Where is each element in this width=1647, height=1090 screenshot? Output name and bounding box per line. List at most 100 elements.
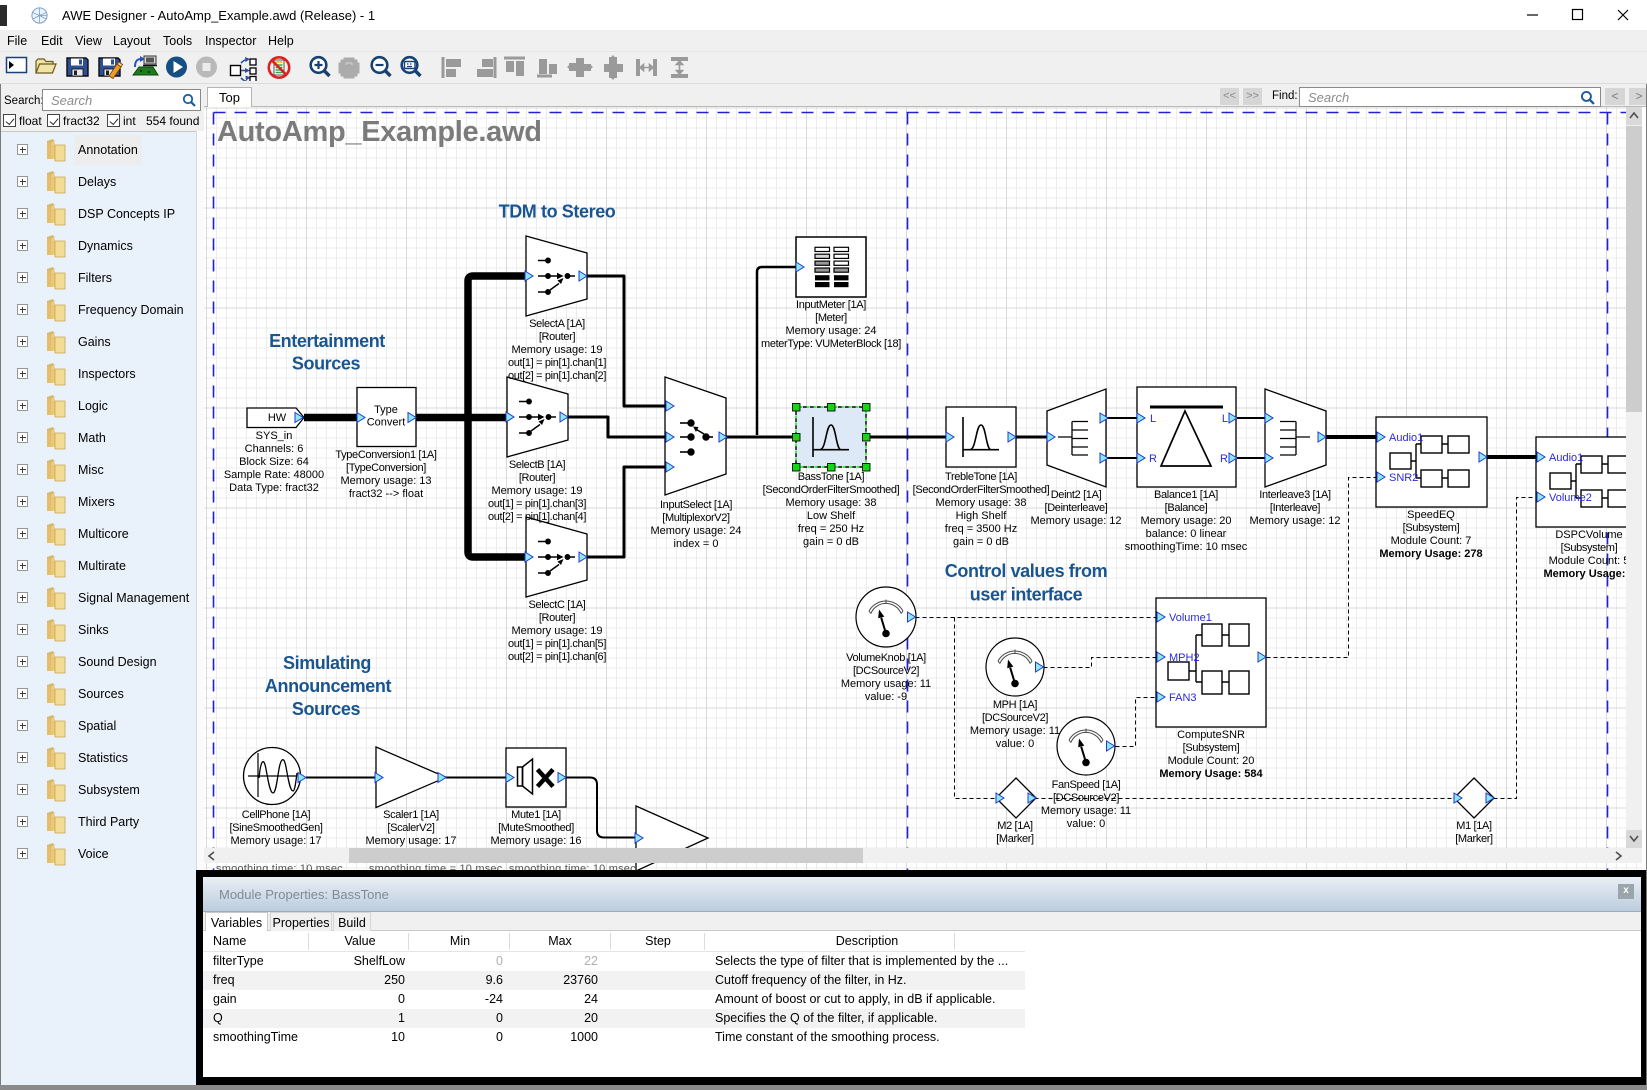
svg-text:SelectB [1A]: SelectB [1A]: [509, 459, 566, 471]
svg-text:Low Shelf: Low Shelf: [807, 510, 856, 522]
svg-text:L: L: [1150, 413, 1156, 425]
svg-text:TypeConversion1 [1A]: TypeConversion1 [1A]: [335, 449, 437, 461]
svg-text:out[2] = pin[1].chan[2]: out[2] = pin[1].chan[2]: [508, 370, 606, 382]
svg-text:Entertainment: Entertainment: [269, 331, 385, 351]
svg-text:Memory Usage: 278: Memory Usage: 278: [1379, 548, 1482, 560]
svg-text:[Marker]: [Marker]: [996, 833, 1034, 845]
svg-text:[DCSourceV2]: [DCSourceV2]: [1053, 792, 1119, 804]
svg-text:[Interleave]: [Interleave]: [1270, 502, 1321, 514]
svg-text:SpeedEQ: SpeedEQ: [1407, 509, 1455, 521]
svg-text:Type: Type: [374, 404, 398, 416]
svg-text:out[1] = pin[1].chan[5]: out[1] = pin[1].chan[5]: [508, 638, 606, 650]
svg-text:Memory usage: 24: Memory usage: 24: [785, 325, 876, 337]
svg-text:[DCSourceV2]: [DCSourceV2]: [853, 665, 919, 677]
svg-text:Balance1 [1A]: Balance1 [1A]: [1154, 489, 1218, 501]
svg-text:R: R: [1149, 453, 1157, 465]
svg-text:SelectC [1A]: SelectC [1A]: [529, 599, 586, 611]
svg-text:[SineSmoothedGen]: [SineSmoothedGen]: [229, 822, 322, 834]
svg-text:Block Size: 64: Block Size: 64: [239, 456, 309, 468]
svg-text:Memory usage: 17: Memory usage: 17: [230, 835, 321, 847]
svg-text:L: L: [1222, 413, 1228, 425]
svg-text:BassTone [1A]: BassTone [1A]: [798, 471, 865, 483]
svg-text:ComputeSNR: ComputeSNR: [1177, 729, 1245, 741]
svg-text:FanSpeed [1A]: FanSpeed [1A]: [1052, 779, 1121, 791]
svg-text:index = 0: index = 0: [674, 538, 719, 550]
svg-text:freq = 250 Hz: freq = 250 Hz: [798, 523, 864, 535]
svg-text:Module Count: 5: Module Count: 5: [1549, 555, 1630, 567]
svg-text:[ScalerV2]: [ScalerV2]: [387, 822, 435, 834]
svg-text:R: R: [1220, 453, 1228, 465]
svg-text:Memory usage: 20: Memory usage: 20: [1140, 515, 1231, 527]
svg-text:Channels: 6: Channels: 6: [245, 443, 304, 455]
svg-text:Memory usage: 24: Memory usage: 24: [650, 525, 741, 537]
svg-text:Data Type: fract32: Data Type: fract32: [229, 482, 319, 494]
svg-text:HW: HW: [268, 412, 287, 424]
svg-text:Memory usage: 13: Memory usage: 13: [340, 475, 431, 487]
svg-text:Announcement: Announcement: [265, 676, 392, 696]
svg-text:VolumeKnob [1A]: VolumeKnob [1A]: [846, 652, 926, 664]
svg-text:[Router]: [Router]: [519, 472, 556, 484]
svg-text:Memory Usage: 584: Memory Usage: 584: [1159, 768, 1263, 780]
svg-text:value: 0: value: 0: [1067, 818, 1106, 830]
svg-text:[MuteSmoothed]: [MuteSmoothed]: [498, 822, 574, 834]
svg-text:Module Count: 7: Module Count: 7: [1391, 535, 1472, 547]
svg-text:value: -9: value: -9: [865, 691, 907, 703]
svg-text:Sample Rate: 48000: Sample Rate: 48000: [224, 469, 324, 481]
svg-text:[Subsystem]: [Subsystem]: [1183, 742, 1240, 754]
svg-text:[TypeConversion]: [TypeConversion]: [346, 462, 426, 474]
svg-text:M1 [1A]: M1 [1A]: [1456, 820, 1492, 832]
svg-text:Memory usage: 12: Memory usage: 12: [1030, 515, 1121, 527]
svg-text:[Deinterleave]: [Deinterleave]: [1045, 502, 1108, 514]
svg-text:Memory usage: 12: Memory usage: 12: [1249, 515, 1340, 527]
svg-text:gain = 0 dB: gain = 0 dB: [803, 536, 859, 548]
svg-text:Sources: Sources: [292, 354, 361, 374]
svg-text:InputMeter [1A]: InputMeter [1A]: [796, 299, 866, 311]
svg-text:Convert: Convert: [367, 417, 406, 429]
svg-text:Volume2: Volume2: [1549, 492, 1592, 504]
svg-text:Audio1: Audio1: [1389, 432, 1423, 444]
svg-text:Memory usage: 16: Memory usage: 16: [490, 835, 581, 847]
svg-text:Sources: Sources: [292, 699, 361, 719]
svg-text:SelectA [1A]: SelectA [1A]: [529, 318, 585, 330]
svg-text:[Router]: [Router]: [539, 612, 576, 624]
svg-text:Memory usage: 11: Memory usage: 11: [970, 725, 1060, 737]
svg-text:InputSelect [1A]: InputSelect [1A]: [660, 499, 732, 511]
svg-text:Memory usage: 19: Memory usage: 19: [511, 625, 602, 637]
svg-text:Scaler1 [1A]: Scaler1 [1A]: [383, 809, 439, 821]
svg-text:Control values from: Control values from: [945, 561, 1107, 581]
svg-text:fract32 --> float: fract32 --> float: [349, 488, 423, 500]
svg-text:Memory usage: 38: Memory usage: 38: [785, 497, 876, 509]
svg-text:Memory usage: 19: Memory usage: 19: [491, 485, 582, 497]
svg-text:AutoAmp_Example.awd: AutoAmp_Example.awd: [217, 116, 542, 148]
svg-text:Mute1 [1A]: Mute1 [1A]: [511, 809, 561, 821]
svg-text:[Marker]: [Marker]: [1455, 833, 1493, 845]
svg-text:TrebleTone [1A]: TrebleTone [1A]: [945, 471, 1017, 483]
svg-text:Memory usage: 17: Memory usage: 17: [365, 835, 456, 847]
svg-text:[MultiplexorV2]: [MultiplexorV2]: [662, 512, 730, 524]
svg-text:meterType: VUMeterBlock [18]: meterType: VUMeterBlock [18]: [761, 338, 901, 350]
svg-text:user interface: user interface: [970, 585, 1083, 605]
svg-text:FAN3: FAN3: [1169, 692, 1197, 704]
svg-text:[Subsystem]: [Subsystem]: [1561, 542, 1618, 554]
svg-text:freq = 3500 Hz: freq = 3500 Hz: [945, 523, 1017, 535]
svg-text:[DCSourceV2]: [DCSourceV2]: [982, 712, 1048, 724]
svg-text:[Router]: [Router]: [539, 331, 576, 343]
svg-text:Memory Usage: 5: Memory Usage: 5: [1543, 568, 1634, 580]
svg-text:TDM to Stereo: TDM to Stereo: [499, 202, 616, 222]
svg-text:smoothingTime: 10 msec: smoothingTime: 10 msec: [1125, 541, 1248, 553]
svg-text:value: 0: value: 0: [996, 738, 1035, 750]
svg-text:MPH [1A]: MPH [1A]: [993, 699, 1038, 711]
svg-text:Simulating: Simulating: [283, 653, 371, 673]
svg-text:out[1] = pin[1].chan[3]: out[1] = pin[1].chan[3]: [488, 498, 586, 510]
svg-text:Deint2 [1A]: Deint2 [1A]: [1051, 489, 1102, 501]
svg-text:out[2] = pin[1].chan[4]: out[2] = pin[1].chan[4]: [488, 511, 586, 523]
svg-text:High Shelf: High Shelf: [956, 510, 1008, 522]
svg-text:Memory usage: 38: Memory usage: 38: [935, 497, 1026, 509]
svg-text:M2 [1A]: M2 [1A]: [997, 820, 1033, 832]
svg-text:Volume1: Volume1: [1169, 612, 1212, 624]
svg-text:out[1] = pin[1].chan[1]: out[1] = pin[1].chan[1]: [508, 357, 606, 369]
svg-text:[SecondOrderFilterSmoothed]: [SecondOrderFilterSmoothed]: [913, 484, 1050, 496]
svg-text:Memory usage: 11: Memory usage: 11: [841, 678, 931, 690]
svg-text:MPH2: MPH2: [1169, 652, 1200, 664]
svg-text:Interleave3 [1A]: Interleave3 [1A]: [1259, 489, 1331, 501]
